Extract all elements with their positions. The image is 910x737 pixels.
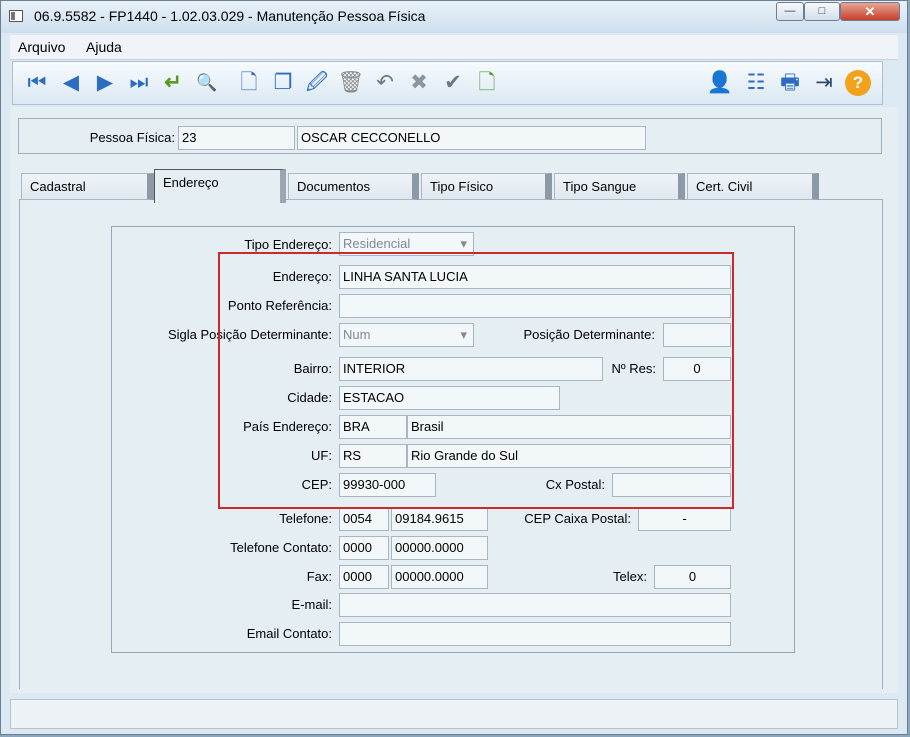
telex-label: Telex: (613, 569, 647, 584)
bairro-label: Bairro: (293, 361, 332, 376)
exit-icon[interactable]: ⇥ (810, 69, 838, 97)
toolbar: ⏮ ◀ ▶ ⏭ ↵ 🔍 🗋 ❐ 🖉 🗑 ↶ ✖ ✔ 🗋 👤 ☷ 🖶 ⇥ ? (12, 61, 883, 105)
cep-cx-postal-label: CEP Caixa Postal: (524, 511, 631, 526)
cx-postal-field[interactable] (612, 473, 731, 497)
tipo-endereco-label: Tipo Endereço: (244, 237, 332, 252)
menu-bar: Arquivo Ajuda (10, 35, 898, 60)
cancel-icon[interactable]: ✖ (405, 69, 433, 97)
undo-icon[interactable]: ↶ (371, 69, 399, 97)
tab-documentos[interactable]: Documentos (288, 173, 419, 200)
pais-name-field[interactable]: Brasil (407, 415, 731, 439)
telefone-contato-label: Telefone Contato: (230, 540, 332, 555)
uf-name-field[interactable]: Rio Grande do Sul (407, 444, 731, 468)
save-icon[interactable]: ✔ (439, 69, 467, 97)
ponto-referencia-field[interactable] (339, 294, 731, 318)
cep-cx-postal-field[interactable]: - (638, 507, 731, 531)
fax-number-field[interactable]: 00000.0000 (391, 565, 488, 589)
fax-label: Fax: (306, 569, 332, 584)
telefone-label: Telefone: (279, 511, 332, 526)
bairro-field[interactable]: INTERIOR (339, 357, 603, 381)
endereco-field[interactable]: LINHA SANTA LUCIA (339, 265, 731, 289)
minimize-button[interactable]: — (776, 2, 804, 21)
menu-arquivo[interactable]: Arquivo (18, 39, 65, 55)
tree-icon[interactable]: ☷ (742, 69, 770, 97)
cep-label: CEP: (301, 477, 332, 492)
window-title: 06.9.5582 - FP1440 - 1.02.03.029 - Manut… (34, 8, 426, 24)
sigla-posicao-select[interactable]: Num (339, 323, 474, 347)
pessoa-fisica-label: Pessoa Física: (89, 130, 175, 145)
numero-res-field[interactable]: 0 (663, 357, 731, 381)
telefone-ddd-field[interactable]: 0054 (339, 507, 389, 531)
app-window: 06.9.5582 - FP1440 - 1.02.03.029 - Manut… (0, 0, 908, 735)
telefone-contato-number-field[interactable]: 00000.0000 (391, 536, 488, 560)
help-icon[interactable]: ? (845, 70, 871, 96)
title-bar[interactable]: 06.9.5582 - FP1440 - 1.02.03.029 - Manut… (1, 1, 907, 33)
new-record-icon[interactable]: 🗋 (235, 69, 263, 97)
posicao-determinante-field[interactable] (663, 323, 731, 347)
first-record-icon[interactable]: ⏮ (23, 69, 51, 97)
tab-tipo-sangue[interactable]: Tipo Sangue (554, 173, 685, 200)
copy-record-icon[interactable]: ❐ (269, 69, 297, 97)
posicao-determinante-label: Posição Determinante: (523, 327, 655, 342)
search-icon[interactable]: 🔍 (193, 69, 221, 97)
tab-tipo-fisico[interactable]: Tipo Físico (421, 173, 552, 200)
email-contato-label: Email Contato: (246, 626, 332, 641)
cx-postal-label: Cx Postal: (545, 477, 605, 492)
pais-label: País Endereço: (243, 419, 332, 434)
cep-field[interactable]: 99930-000 (339, 473, 436, 497)
status-bar (10, 699, 898, 729)
pessoa-fisica-name-field[interactable]: OSCAR CECCONELLO (297, 126, 646, 150)
cidade-label: Cidade: (287, 390, 332, 405)
blank-document-icon[interactable]: 🗋 (473, 69, 501, 97)
telex-field[interactable]: 0 (654, 565, 731, 589)
uf-label: UF: (311, 448, 332, 463)
previous-record-icon[interactable]: ◀ (57, 69, 85, 97)
uf-code-field[interactable]: RS (339, 444, 407, 468)
maximize-button[interactable]: □ (804, 2, 840, 21)
last-record-icon[interactable]: ⏭ (125, 69, 153, 97)
tab-endereco[interactable]: Endereço (154, 169, 286, 203)
user-icon[interactable]: 👤 (706, 69, 734, 97)
tab-cadastral[interactable]: Cadastral (21, 173, 154, 200)
pais-code-field[interactable]: BRA (339, 415, 407, 439)
tipo-endereco-select[interactable]: Residencial (339, 232, 474, 256)
ponto-referencia-label: Ponto Referência: (227, 298, 332, 313)
app-icon (9, 10, 23, 22)
print-icon[interactable]: 🖶 (776, 69, 804, 97)
cidade-field[interactable]: ESTACAO (339, 386, 560, 410)
edit-record-icon[interactable]: 🖉 (303, 69, 331, 97)
telefone-number-field[interactable]: 09184.9615 (391, 507, 488, 531)
endereco-label: Endereço: (272, 269, 332, 284)
delete-record-icon[interactable]: 🗑 (337, 69, 365, 97)
close-button[interactable]: ✕ (840, 2, 900, 21)
menu-ajuda[interactable]: Ajuda (86, 39, 122, 55)
numero-res-label: Nº Res: (611, 361, 656, 376)
goto-icon[interactable]: ↵ (159, 69, 187, 97)
fax-ddd-field[interactable]: 0000 (339, 565, 389, 589)
telefone-contato-ddd-field[interactable]: 0000 (339, 536, 389, 560)
email-label: E-mail: (291, 597, 332, 612)
sigla-posicao-label: Sigla Posição Determinante: (167, 327, 332, 342)
tab-cert-civil[interactable]: Cert. Civil (687, 173, 819, 200)
email-field[interactable] (339, 593, 731, 617)
next-record-icon[interactable]: ▶ (91, 69, 119, 97)
pessoa-fisica-code-field[interactable]: 23 (178, 126, 295, 150)
email-contato-field[interactable] (339, 622, 731, 646)
